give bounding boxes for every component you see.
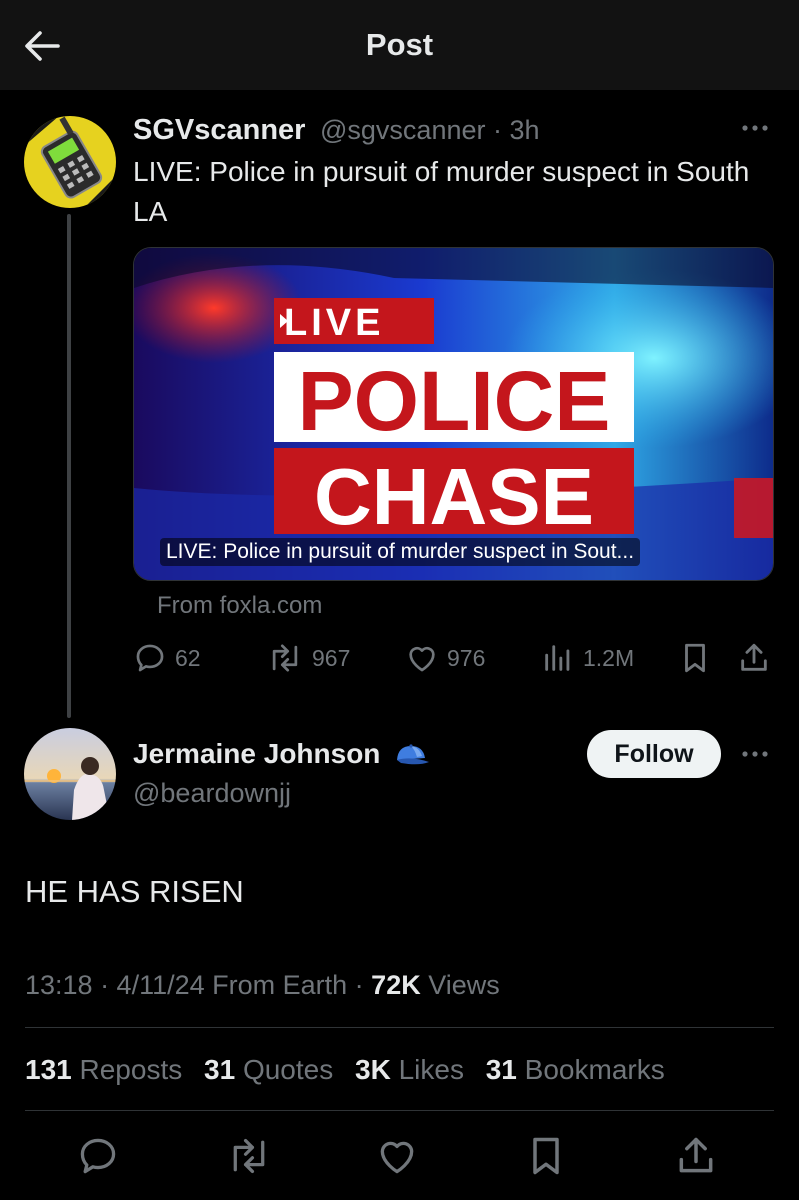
- repost-icon: [272, 644, 298, 672]
- more-options-button[interactable]: [738, 116, 772, 140]
- thread-connector-line: [67, 214, 71, 718]
- card-headline-1: POLICE: [298, 354, 611, 448]
- more-options-button[interactable]: [738, 742, 772, 766]
- likes-stat[interactable]: 3K Likes: [355, 1054, 464, 1085]
- card-badge: LIVE: [284, 302, 384, 344]
- heart-icon: [409, 646, 435, 672]
- post-text: LIVE: Police in pursuit of murder suspec…: [133, 156, 750, 227]
- repost-button[interactable]: [225, 1134, 269, 1178]
- views-chart-icon: [545, 645, 570, 671]
- divider: [25, 1027, 774, 1028]
- engagement-stats: 131 Reposts 31 Quotes 3K Likes 31 Bookma…: [25, 1054, 679, 1086]
- views-label: Views: [420, 970, 500, 1000]
- reply-button[interactable]: 62: [133, 640, 201, 676]
- reply-icon: [80, 1138, 116, 1174]
- repost-count: 967: [312, 644, 351, 671]
- like-button[interactable]: 976: [405, 640, 485, 676]
- repost-button[interactable]: 967: [266, 640, 350, 676]
- reply-icon: [136, 644, 164, 672]
- share-icon: [741, 643, 767, 671]
- bookmark-button[interactable]: [524, 1134, 568, 1178]
- author-handle-time[interactable]: @sgvscanner · 3h: [320, 115, 540, 146]
- police-chase-thumbnail: LIVE POLICE CHASE: [134, 248, 773, 580]
- author-name[interactable]: SGVscanner: [133, 114, 305, 147]
- share-button[interactable]: [674, 1134, 718, 1178]
- follow-button[interactable]: Follow: [587, 730, 721, 778]
- like-button[interactable]: [375, 1134, 419, 1178]
- views-button[interactable]: 1.2M: [541, 640, 634, 676]
- author-handle[interactable]: @beardownjj: [133, 778, 291, 809]
- more-horizontal-icon: [742, 751, 768, 757]
- post-actions: 62 967 976 1.2M: [133, 640, 783, 676]
- reply-button[interactable]: [76, 1134, 120, 1178]
- quotes-stat[interactable]: 31 Quotes: [204, 1054, 333, 1085]
- blue-cap-badge: [393, 740, 431, 770]
- views-count: 1.2M: [583, 644, 635, 671]
- link-card[interactable]: LIVE POLICE CHASE LIVE: Police in pursui…: [133, 247, 774, 581]
- like-count: 976: [447, 644, 486, 671]
- post-meta: 13:18 · 4/11/24 From Earth · 72K Views: [25, 970, 500, 1001]
- author-name[interactable]: Jermaine Johnson: [133, 738, 380, 770]
- share-button[interactable]: [737, 640, 771, 676]
- sunset-profile-photo: [24, 728, 116, 820]
- avatar[interactable]: [24, 728, 116, 820]
- bookmark-icon: [685, 643, 705, 673]
- card-caption: LIVE: Police in pursuit of murder suspec…: [160, 538, 641, 566]
- divider: [25, 1110, 774, 1111]
- views-count: 72K: [371, 970, 421, 1000]
- bookmarks-stat[interactable]: 31 Bookmarks: [486, 1054, 665, 1085]
- page-title: Post: [365, 27, 434, 62]
- avatar[interactable]: [24, 116, 116, 208]
- card-source[interactable]: From foxla.com: [157, 592, 322, 620]
- baseball-cap-icon: [397, 744, 429, 765]
- top-bar: Post: [0, 0, 799, 90]
- reposts-stat[interactable]: 131 Reposts: [25, 1054, 182, 1085]
- share-icon: [679, 1137, 713, 1173]
- bookmark-icon: [533, 1137, 559, 1175]
- more-horizontal-icon: [742, 125, 768, 131]
- bookmark-button[interactable]: [678, 640, 712, 676]
- post-timestamp-source: 13:18 · 4/11/24 From Earth ·: [25, 970, 372, 1000]
- post-text: HE HAS RISEN: [25, 874, 244, 909]
- heart-icon: [380, 1141, 414, 1174]
- reply-count: 62: [175, 644, 201, 671]
- scanner-avatar-icon: [24, 116, 116, 208]
- card-headline-2: CHASE: [314, 452, 594, 541]
- repost-icon: [233, 1138, 265, 1174]
